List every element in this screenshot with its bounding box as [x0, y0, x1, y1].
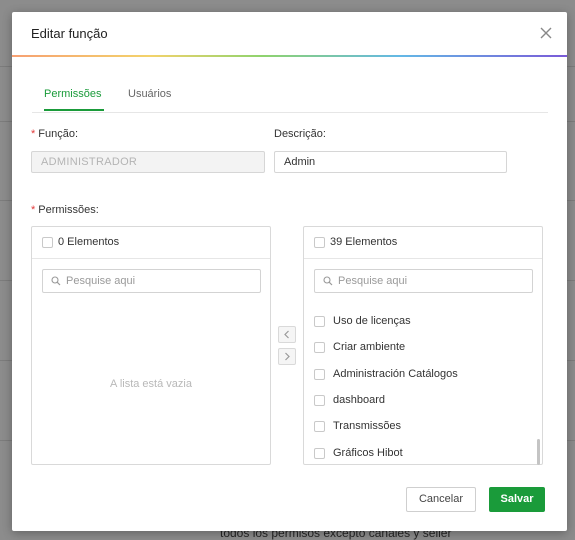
- transfer-target-panel: 39 Elementos Pesquise aqui Uso de licenç…: [303, 226, 543, 465]
- source-panel-header: 0 Elementos: [32, 227, 270, 259]
- search-icon: [323, 276, 333, 286]
- descricao-field[interactable]: Admin: [274, 151, 507, 173]
- permissoes-label: * Permissões:: [31, 204, 99, 216]
- item-label: Administración Catálogos: [333, 368, 458, 380]
- item-label: dashboard: [333, 394, 385, 406]
- source-count: 0 Elementos: [58, 236, 120, 248]
- item-label: Criar ambiente: [333, 341, 406, 353]
- search-icon: [51, 276, 61, 286]
- item-checkbox[interactable]: [314, 395, 325, 406]
- transfer-source-panel: 0 Elementos Pesquise aqui A lista está v…: [31, 226, 271, 465]
- chevron-left-icon: [284, 330, 289, 339]
- tab-permissoes[interactable]: Permissões: [44, 88, 101, 100]
- funcao-field: ADMINISTRADOR: [31, 151, 265, 173]
- item-checkbox[interactable]: [314, 448, 325, 459]
- item-checkbox[interactable]: [314, 316, 325, 327]
- move-left-button[interactable]: [278, 326, 296, 343]
- select-all-checkbox[interactable]: [314, 237, 325, 248]
- active-tab-indicator: [44, 109, 104, 111]
- tab-usuarios[interactable]: Usuários: [128, 88, 171, 100]
- list-scrollbar[interactable]: [537, 439, 540, 465]
- item-label: Uso de licenças: [333, 315, 411, 327]
- modal-title: Editar função: [31, 26, 108, 41]
- header-gradient-line: [12, 55, 567, 57]
- search-placeholder: Pesquise aqui: [338, 275, 408, 287]
- item-checkbox[interactable]: [314, 421, 325, 432]
- required-mark: *: [31, 128, 36, 140]
- close-icon[interactable]: [537, 24, 555, 42]
- modal-header: Editar função: [12, 12, 567, 56]
- item-checkbox[interactable]: [314, 369, 325, 380]
- descricao-label: Descrição:: [274, 128, 326, 140]
- funcao-label: * Função:: [31, 128, 79, 140]
- target-search-input[interactable]: Pesquise aqui: [314, 269, 533, 293]
- edit-role-modal: Editar função Permissões Usuários * Funçã…: [12, 12, 567, 531]
- save-button[interactable]: Salvar: [489, 487, 545, 512]
- target-panel-header: 39 Elementos: [304, 227, 542, 259]
- chevron-right-icon: [285, 352, 290, 361]
- search-placeholder: Pesquise aqui: [66, 275, 136, 287]
- item-label: Transmissões: [333, 420, 402, 432]
- select-all-checkbox[interactable]: [42, 237, 53, 248]
- required-mark: *: [31, 204, 36, 216]
- move-right-button[interactable]: [278, 348, 296, 365]
- tab-bar: Permissões Usuários: [32, 82, 548, 113]
- empty-list-text: A lista está vazia: [110, 378, 192, 390]
- cancel-button[interactable]: Cancelar: [406, 487, 476, 512]
- item-label: Gráficos Hibot: [333, 447, 403, 459]
- item-checkbox[interactable]: [314, 342, 325, 353]
- target-count: 39 Elementos: [330, 236, 398, 248]
- source-search-input[interactable]: Pesquise aqui: [42, 269, 261, 293]
